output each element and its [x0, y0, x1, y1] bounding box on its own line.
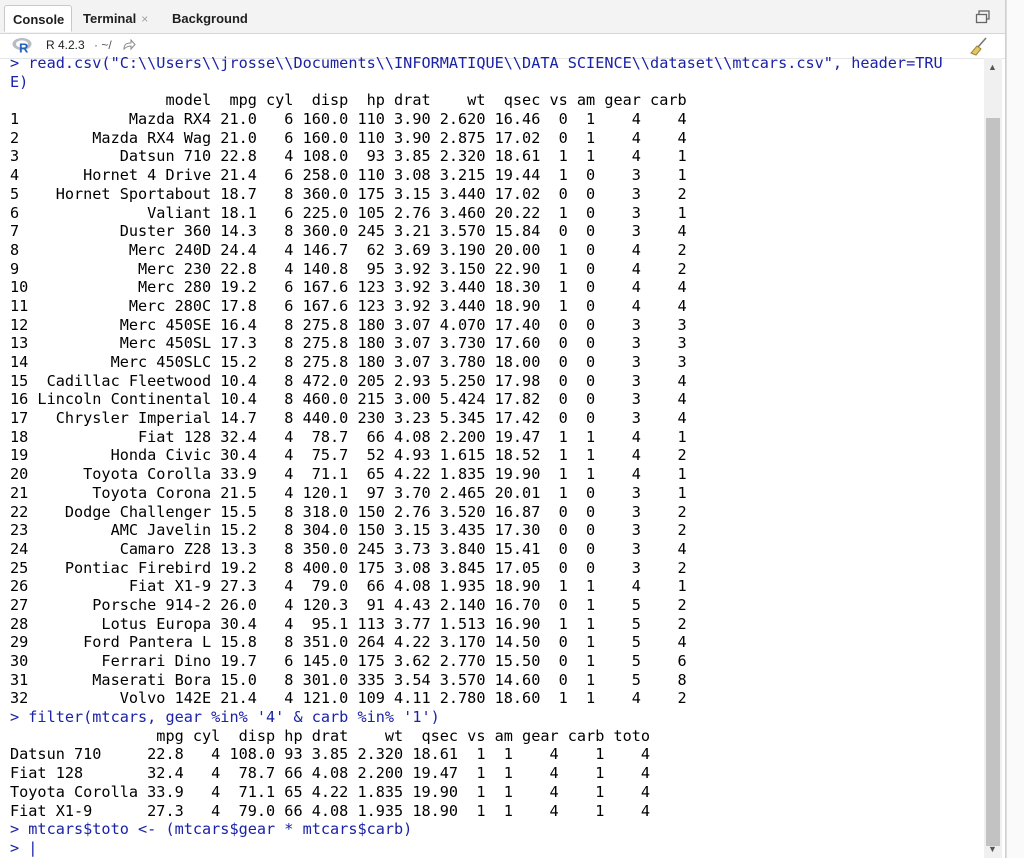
broom-clear-icon[interactable]	[969, 36, 989, 56]
console-lines: > read.csv("C:\\Users\\jrosse\\Documents…	[0, 54, 984, 858]
console-output-line: 10 Merc 280 19.2 6 167.6 123 3.92 3.440 …	[10, 278, 687, 297]
console-output-line: 13 Merc 450SL 17.3 8 275.8 180 3.07 3.73…	[10, 334, 687, 353]
tab-terminal-label: Terminal	[83, 11, 137, 26]
console-output-line: 25 Pontiac Firebird 19.2 8 400.0 175 3.0…	[10, 558, 687, 577]
adjacent-pane-edge	[1006, 0, 1024, 858]
console-output-line: Fiat X1-9 27.3 4 79.0 66 4.08 1.935 18.9…	[10, 801, 651, 820]
console-output-line: 18 Fiat 128 32.4 4 78.7 66 4.08 2.200 19…	[10, 427, 687, 446]
console-output[interactable]: > read.csv("C:\\Users\\jrosse\\Documents…	[0, 54, 984, 858]
console-output-line: 9 Merc 230 22.8 4 140.8 95 3.92 3.150 22…	[10, 259, 687, 278]
r-version: R 4.2.3	[46, 38, 85, 52]
console-output-line: 12 Merc 450SE 16.4 8 275.8 180 3.07 4.07…	[10, 315, 687, 334]
console-command-line: > read.csv("C:\\Users\\jrosse\\Documents…	[10, 54, 943, 72]
console-output-line: 27 Porsche 914-2 26.0 4 120.3 91 4.43 2.…	[10, 595, 687, 614]
console-output-line: Fiat 128 32.4 4 78.7 66 4.08 2.200 19.47…	[10, 764, 651, 783]
console-output-line: model mpg cyl disp hp drat wt qsec vs am…	[10, 91, 687, 110]
console-output-line: 19 Honda Civic 30.4 4 75.7 52 4.93 1.615…	[10, 446, 687, 465]
console-output-line: 17 Chrysler Imperial 14.7 8 440.0 230 3.…	[10, 409, 687, 428]
close-icon[interactable]: ×	[141, 12, 148, 26]
console-output-line: 21 Toyota Corona 21.5 4 120.1 97 3.70 2.…	[10, 483, 687, 502]
console-command-line: > |	[10, 838, 38, 857]
scroll-down-icon[interactable]: ▼	[988, 844, 997, 854]
console-command-line: E)	[10, 72, 29, 91]
scroll-up-icon[interactable]: ▲	[988, 62, 997, 72]
console-output-line: Datsun 710 22.8 4 108.0 93 3.85 2.320 18…	[10, 745, 651, 764]
console-output-line: Toyota Corolla 33.9 4 71.1 65 4.22 1.835…	[10, 782, 651, 801]
console-pane: Console Terminal × Background Jobs× R R 4…	[0, 0, 1006, 858]
working-directory[interactable]: · ~/	[94, 38, 112, 52]
vertical-scrollbar[interactable]: ▲ ▼	[984, 58, 1002, 858]
scrollbar-thumb[interactable]	[986, 118, 1000, 846]
console-output-line: 32 Volvo 142E 21.4 4 121.0 109 4.11 2.78…	[10, 689, 687, 708]
console-output-line: mpg cyl disp hp drat wt qsec vs am gear …	[10, 726, 651, 745]
tab-console[interactable]: Console	[4, 5, 72, 32]
console-output-line: 16 Lincoln Continental 10.4 8 460.0 215 …	[10, 390, 687, 409]
tab-console-label: Console	[13, 12, 65, 27]
console-output-line: 23 AMC Javelin 15.2 8 304.0 150 3.15 3.4…	[10, 521, 687, 540]
console-output-line: 31 Maserati Bora 15.0 8 301.0 335 3.54 3…	[10, 670, 687, 689]
console-output-line: 14 Merc 450SLC 15.2 8 275.8 180 3.07 3.7…	[10, 353, 687, 371]
tab-background-jobs[interactable]: Background Jobs×	[164, 5, 300, 53]
console-output-line: 30 Ferrari Dino 19.7 6 145.0 175 3.62 2.…	[10, 652, 687, 670]
console-output-line: 6 Valiant 18.1 6 225.0 105 2.76 3.460 20…	[10, 203, 687, 222]
console-output-line: 28 Lotus Europa 30.4 4 95.1 113 3.77 1.5…	[10, 614, 687, 633]
pane-tab-bar: Console Terminal × Background Jobs×	[0, 0, 1005, 53]
console-output-line: 2 Mazda RX4 Wag 21.0 6 160.0 110 3.90 2.…	[10, 128, 687, 147]
console-output-line: 1 Mazda RX4 21.0 6 160.0 110 3.90 2.620 …	[10, 110, 687, 129]
console-output-line: 4 Hornet 4 Drive 21.4 6 258.0 110 3.08 3…	[10, 166, 687, 185]
console-output-line: 7 Duster 360 14.3 8 360.0 245 3.21 3.570…	[10, 222, 687, 241]
r-logo-icon: R	[12, 38, 32, 55]
console-output-line: 5 Hornet Sportabout 18.7 8 360.0 175 3.1…	[10, 184, 687, 203]
console-output-line: 15 Cadillac Fleetwood 10.4 8 472.0 205 2…	[10, 371, 687, 390]
console-output-line: 20 Toyota Corolla 33.9 4 71.1 65 4.22 1.…	[10, 465, 687, 484]
console-output-line: 11 Merc 280C 17.8 6 167.6 123 3.92 3.440…	[10, 296, 687, 315]
console-output-line: 29 Ford Pantera L 15.8 8 351.0 264 4.22 …	[10, 633, 687, 652]
console-command-line: > mtcars$toto <- (mtcars$gear * mtcars$c…	[10, 820, 413, 839]
console-output-line: 8 Merc 240D 24.4 4 146.7 62 3.69 3.190 2…	[10, 240, 687, 259]
path-arrow-icon[interactable]	[122, 39, 136, 51]
console-output-line: 24 Camaro Z28 13.3 8 350.0 245 3.73 3.84…	[10, 539, 687, 558]
console-command-line: > filter(mtcars, gear %in% '4' & carb %i…	[10, 708, 440, 727]
maximize-icon[interactable]	[975, 9, 991, 25]
svg-text:R: R	[19, 41, 29, 55]
console-output-line: 3 Datsun 710 22.8 4 108.0 93 3.85 2.320 …	[10, 147, 687, 166]
console-output-line: 22 Dodge Challenger 15.5 8 318.0 150 2.7…	[10, 502, 687, 521]
console-output-line: 26 Fiat X1-9 27.3 4 79.0 66 4.08 1.935 1…	[10, 577, 687, 596]
tab-terminal[interactable]: Terminal ×	[75, 5, 159, 32]
